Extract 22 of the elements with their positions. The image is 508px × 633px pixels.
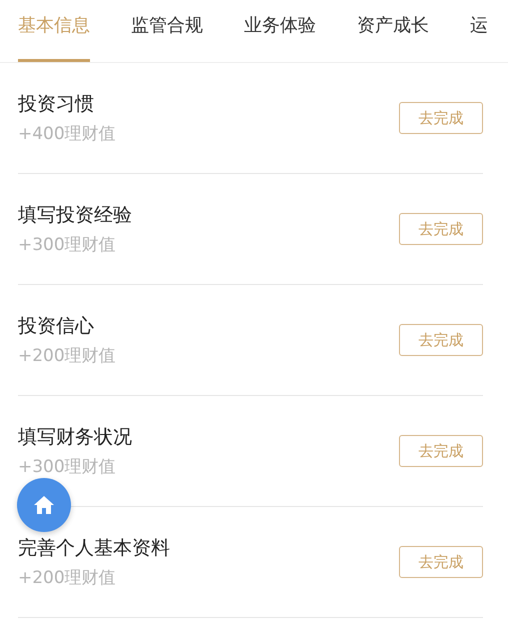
reward-text: +300理财值 bbox=[18, 457, 117, 477]
complete-button[interactable]: 去完成 bbox=[399, 213, 483, 245]
reward-text: +200理财值 bbox=[18, 346, 116, 366]
tab[interactable]: 基本信息 bbox=[18, 0, 90, 62]
tab[interactable]: 运 bbox=[470, 0, 488, 62]
reward-text: +300理财值 bbox=[18, 235, 117, 255]
complete-button[interactable]: 去完成 bbox=[399, 324, 483, 356]
task-title: 填写财务状况 bbox=[18, 425, 132, 449]
home-icon bbox=[33, 495, 55, 515]
task-title: 完善个人基本资料 bbox=[18, 536, 170, 560]
task-title: 投资信心 bbox=[18, 314, 95, 338]
complete-button[interactable]: 去完成 bbox=[399, 102, 483, 134]
tab[interactable]: 业务体验 bbox=[244, 0, 316, 62]
tab[interactable]: 资产成长 bbox=[357, 0, 429, 62]
complete-button[interactable]: 去完成 bbox=[399, 435, 483, 467]
complete-button[interactable]: 去完成 bbox=[399, 546, 483, 578]
task-title: 填写投资经验 bbox=[18, 203, 132, 227]
task-title: 投资习惯 bbox=[18, 92, 95, 116]
home-button[interactable] bbox=[17, 478, 71, 532]
reward-text: +400理财值 bbox=[18, 124, 116, 144]
tab[interactable]: 监管合规 bbox=[131, 0, 203, 62]
reward-text: +200理财值 bbox=[18, 568, 117, 588]
